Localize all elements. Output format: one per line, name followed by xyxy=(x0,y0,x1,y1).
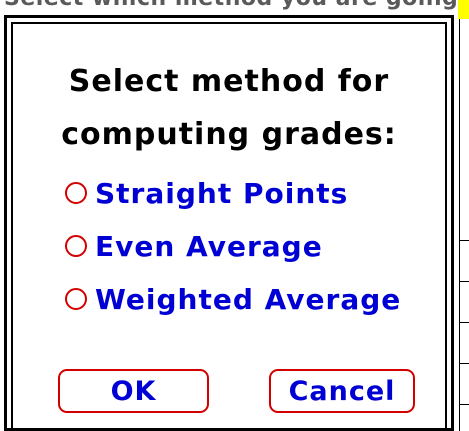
radio-button[interactable] xyxy=(65,182,87,204)
radio-button[interactable] xyxy=(65,288,87,310)
radio-button[interactable] xyxy=(65,235,87,257)
ok-button[interactable]: OK xyxy=(58,369,209,413)
option-label: Straight Points xyxy=(95,176,349,210)
background-table-line xyxy=(459,404,469,405)
option-straight-points[interactable]: Straight Points xyxy=(65,176,348,210)
background-table-border xyxy=(459,19,460,431)
cancel-button[interactable]: Cancel xyxy=(269,369,415,413)
option-weighted-average[interactable]: Weighted Average xyxy=(65,282,401,316)
background-table-line xyxy=(459,240,469,241)
option-even-average[interactable]: Even Average xyxy=(65,229,323,263)
grade-method-dialog: Select method for computing grades: Stra… xyxy=(4,15,454,431)
option-label: Even Average xyxy=(95,229,323,263)
dialog-prompt-line1: Select method for xyxy=(68,64,390,99)
dialog-prompt-line2: computing grades: xyxy=(61,117,397,152)
yellow-highlight xyxy=(458,0,469,19)
background-window-text: Select which method you are going to be … xyxy=(4,0,469,11)
background-table-line xyxy=(459,363,469,364)
option-label: Weighted Average xyxy=(95,282,402,316)
background-table-line xyxy=(459,322,469,323)
background-window-edge xyxy=(456,19,469,431)
background-table-line xyxy=(459,281,469,282)
